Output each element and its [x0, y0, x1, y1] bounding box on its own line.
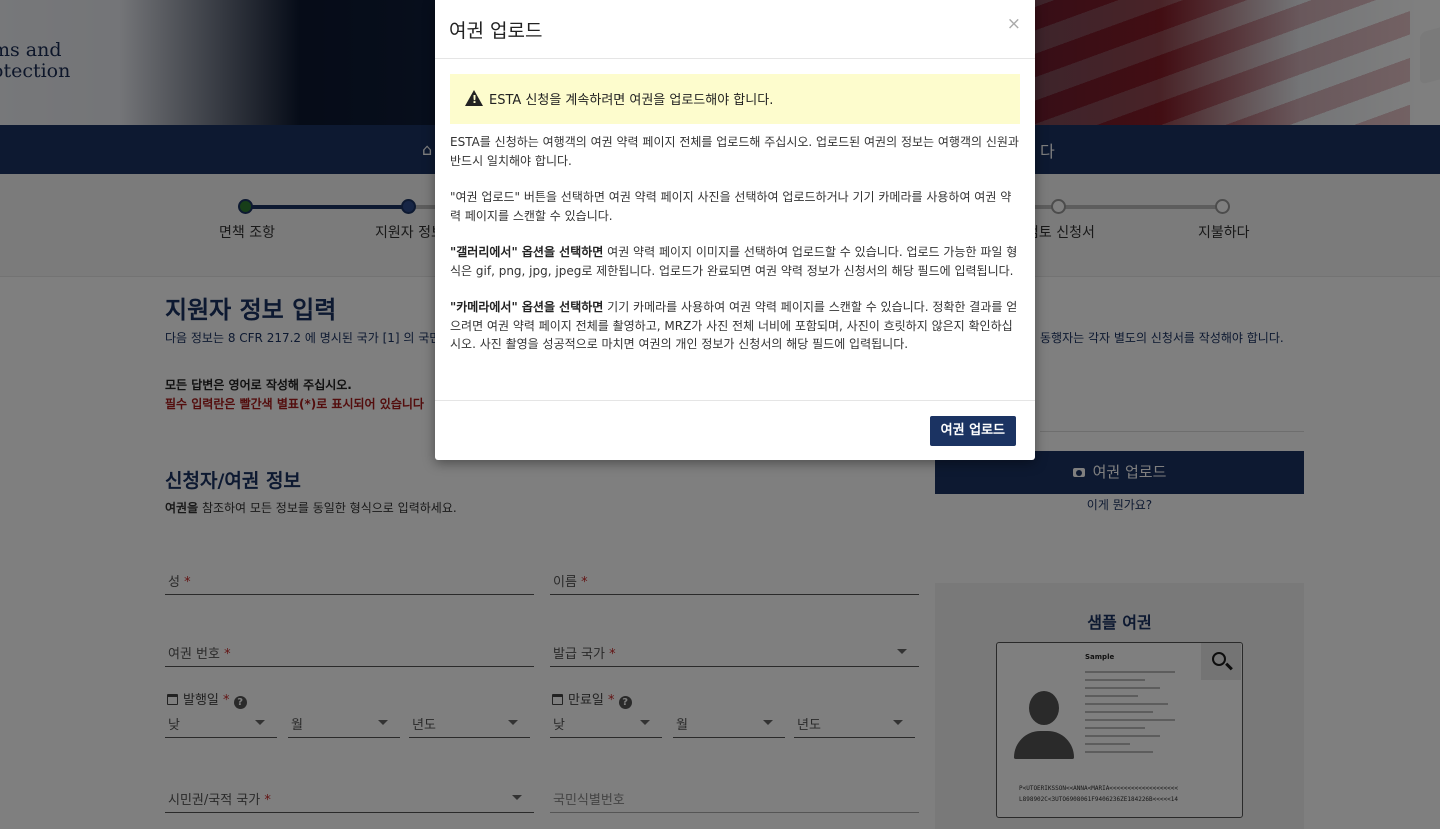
modal-header: 여권 업로드 ×: [435, 0, 1035, 59]
warning-alert-text: ESTA 신청을 계속하려면 여권을 업로드해야 합니다.: [489, 93, 774, 108]
modal-paragraph-4: "카메라에서" 옵션을 선택하면 기기 카메라를 사용하여 여권 약력 페이지를…: [450, 298, 1020, 354]
warning-icon: [465, 90, 483, 106]
modal-paragraph-1: ESTA를 신청하는 여행객의 여권 약력 페이지 전체를 업로드해 주십시오.…: [450, 135, 1019, 168]
modal-title: 여권 업로드: [449, 20, 543, 42]
gallery-option-bold: "갤러리에서" 옵션을 선택하면: [450, 245, 604, 259]
camera-option-bold: "카메라에서" 옵션을 선택하면: [450, 300, 604, 314]
modal-paragraph-3: "갤러리에서" 옵션을 선택하면 여권 약력 페이지 이미지를 선택하여 업로드…: [450, 243, 1020, 280]
modal-upload-button[interactable]: 여권 업로드: [929, 416, 1016, 446]
warning-alert: ESTA 신청을 계속하려면 여권을 업로드해야 합니다.: [450, 74, 1020, 124]
close-icon[interactable]: ×: [1007, 14, 1021, 34]
modal-footer: 여권 업로드: [435, 400, 1035, 460]
modal-paragraph-2: "여권 업로드" 버튼을 선택하면 여권 약력 페이지 사진을 선택하여 업로드…: [450, 190, 1012, 223]
modal-body: ESTA를 신청하는 여행객의 여권 약력 페이지 전체를 업로드해 주십시오.…: [450, 133, 1020, 372]
upload-passport-modal: 여권 업로드 × ESTA 신청을 계속하려면 여권을 업로드해야 합니다. E…: [435, 0, 1035, 460]
